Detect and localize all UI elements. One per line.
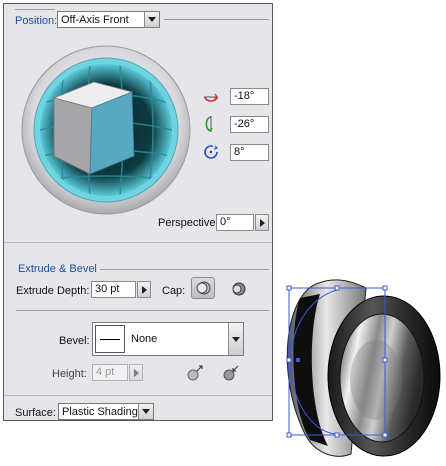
position-divider xyxy=(15,9,55,10)
section-separator xyxy=(4,242,272,243)
position-preset-select[interactable]: Off-Axis Front xyxy=(57,11,160,28)
surface-value: Plastic Shading xyxy=(62,405,138,418)
extruded-ring-artwork[interactable] xyxy=(276,268,444,464)
cap-off-button[interactable] xyxy=(228,279,248,299)
cap-on-icon xyxy=(196,281,211,295)
rotation-track-cube[interactable] xyxy=(20,44,192,216)
perspective-field[interactable]: 0° xyxy=(216,214,254,231)
extrude-depth-field[interactable]: 30 pt xyxy=(91,281,136,298)
cap-on-button[interactable] xyxy=(191,277,215,299)
chevron-down-icon[interactable] xyxy=(138,404,153,419)
bevel-extent-out-icon[interactable] xyxy=(185,363,205,383)
extrude-depth-label: Extrude Depth: xyxy=(16,285,90,297)
height-label: Height: xyxy=(52,368,87,380)
bevel-preview xyxy=(95,325,125,353)
cap-label: Cap: xyxy=(162,285,186,297)
height-slider-button[interactable] xyxy=(129,364,143,381)
chevron-down-icon[interactable] xyxy=(228,323,243,355)
bevel-divider xyxy=(16,310,269,311)
position-divider-right xyxy=(164,19,269,20)
height-field[interactable]: 4 pt xyxy=(92,364,128,381)
surface-select[interactable]: Plastic Shading xyxy=(58,403,154,420)
perspective-label: Perspective: xyxy=(158,217,219,229)
bevel-label: Bevel: xyxy=(59,335,90,347)
extrude-bevel-divider xyxy=(100,269,269,270)
x-rotation-field[interactable]: -18° xyxy=(230,88,269,105)
bevel-value: None xyxy=(131,333,158,345)
perspective-slider-button[interactable] xyxy=(255,214,269,231)
cap-off-icon xyxy=(232,282,246,296)
surface-separator xyxy=(4,395,272,396)
y-axis-rotate-icon xyxy=(205,116,213,132)
position-preset-value: Off-Axis Front xyxy=(61,13,129,26)
extrude-bevel-title: Extrude & Bevel xyxy=(18,263,97,275)
bevel-extent-in-icon[interactable] xyxy=(221,363,241,383)
3d-options-panel: Position: Off-Axis Front -18° -26° 8° Pe… xyxy=(3,3,273,421)
position-label: Position: xyxy=(15,15,58,27)
chevron-down-icon[interactable] xyxy=(144,12,159,27)
extrude-depth-slider-button[interactable] xyxy=(137,281,151,298)
surface-label: Surface: xyxy=(15,407,56,419)
y-rotation-field[interactable]: -26° xyxy=(230,116,269,133)
z-axis-rotate-icon xyxy=(204,145,219,159)
x-axis-rotate-icon xyxy=(204,93,218,102)
z-rotation-field[interactable]: 8° xyxy=(230,144,269,161)
bevel-select[interactable]: None xyxy=(92,322,244,356)
